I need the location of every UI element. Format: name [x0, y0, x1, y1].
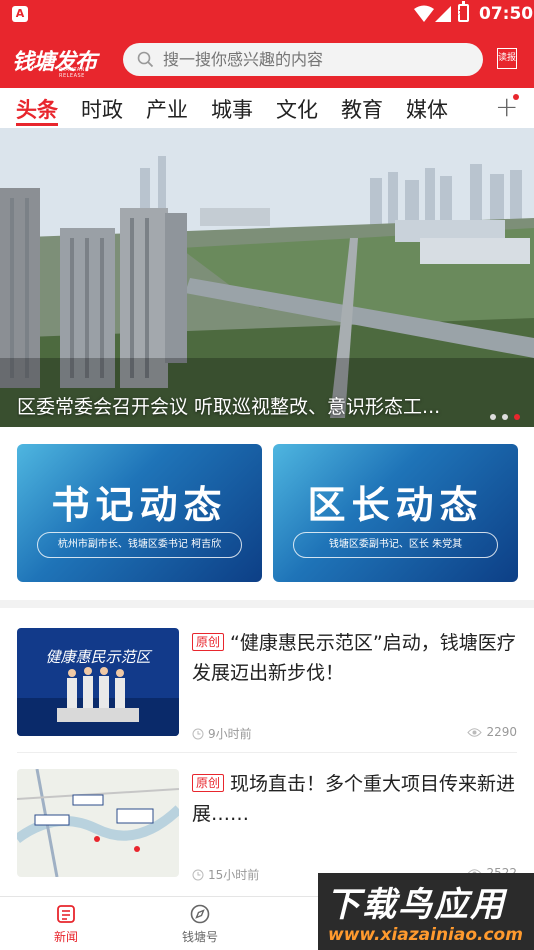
news-time-text: 15小时前 [208, 868, 260, 882]
news-thumbnail: 健康惠民示范区 [17, 628, 179, 736]
eye-icon [467, 728, 483, 737]
news-item[interactable]: 健康惠民示范区 原创“健康惠民示范区”启动，钱塘医疗发展迈出新步伐！ 9小时前 [17, 628, 517, 753]
news-views: 2290 [467, 725, 517, 739]
read-paper-button[interactable]: 读报 [497, 48, 517, 69]
pagination-dot-active [514, 414, 520, 420]
compass-icon [190, 904, 210, 924]
app-root: A 07:50 钱塘发布 QIANTANG RELEASE 读报 头条 时政 产… [0, 0, 534, 950]
news-time: 9小时前 [192, 725, 252, 742]
original-tag: 原创 [192, 774, 225, 792]
news-title[interactable]: 原创 现场直击！多个重大项目传来新进展…… [192, 769, 517, 829]
original-tag: 原创 [192, 633, 225, 651]
news-views-text: 2290 [486, 725, 517, 739]
tab-media[interactable]: 媒体 [406, 94, 448, 124]
status-bar: A 07:50 [0, 0, 534, 28]
clock: 07:50 [479, 4, 534, 24]
list-divider [17, 752, 517, 753]
news-time-text: 9小时前 [208, 727, 252, 741]
card-title: 书记动态 [51, 483, 228, 527]
watermark-url: www.xiazainiao.com [328, 925, 523, 945]
news-thumbnail [17, 769, 179, 877]
active-tab-indicator [16, 123, 58, 126]
pagination-dot [502, 414, 508, 420]
new-badge-dot [513, 94, 519, 100]
tab-industry[interactable]: 产业 [146, 94, 188, 124]
logo-subtext: QIANTANG RELEASE [59, 67, 90, 79]
channel-tabs: 头条 时政 产业 城事 文化 教育 媒体 + [0, 88, 534, 128]
app-logo: 钱塘发布 QIANTANG RELEASE [12, 44, 97, 79]
clock-icon [192, 869, 204, 881]
search-input[interactable] [163, 43, 463, 76]
nav-qiantang-label: 钱塘号 [181, 930, 218, 944]
news-title[interactable]: 原创 “健康惠民示范区”启动，钱塘医疗发展迈出新步伐！ [192, 628, 517, 688]
watermark-title: 下载鸟应用 [326, 885, 506, 925]
newspaper-icon [57, 905, 75, 923]
thumbnail-banner-text: 健康惠民示范区 [45, 648, 152, 666]
nav-news-label: 新闻 [53, 930, 78, 944]
tab-politics[interactable]: 时政 [81, 94, 123, 124]
watermark: 下载鸟应用 www.xiazainiao.com [318, 873, 534, 950]
news-title-text: 现场直击！多个重大项目传来新进展…… [192, 773, 516, 825]
secretary-news-card[interactable]: 书记动态 杭州市副市长、钱塘区委书记 柯吉欣 [17, 444, 262, 582]
battery-icon [457, 1, 469, 22]
search-icon [137, 51, 154, 68]
card-title: 区长动态 [307, 483, 484, 527]
search-bar[interactable] [123, 43, 483, 76]
wifi-icon [414, 5, 434, 22]
headline-banner[interactable] [0, 128, 534, 427]
nav-news[interactable]: 新闻 [36, 903, 96, 945]
section-divider [0, 600, 534, 608]
district-head-news-card[interactable]: 区长动态 钱塘区委副书记、区长 朱党其 [273, 444, 518, 582]
card-subtitle: 杭州市副市长、钱塘区委书记 柯吉欣 [37, 532, 242, 558]
banner-caption[interactable]: 区委常委会召开会议 听取巡视整改、意识形态工... [17, 392, 503, 419]
nav-qiantang-account[interactable]: 钱塘号 [170, 903, 230, 945]
tab-education[interactable]: 教育 [341, 94, 383, 124]
app-notification-icon: A [12, 6, 28, 22]
pagination-dot [490, 414, 496, 420]
news-title-text: “健康惠民示范区”启动，钱塘医疗发展迈出新步伐！ [192, 632, 516, 684]
tab-headlines[interactable]: 头条 [16, 94, 58, 124]
signal-icon [435, 6, 451, 22]
tab-city[interactable]: 城事 [211, 94, 253, 124]
banner-image [0, 128, 534, 427]
card-subtitle: 钱塘区委副书记、区长 朱党其 [293, 532, 498, 558]
clock-icon [192, 728, 204, 740]
news-time: 15小时前 [192, 866, 259, 883]
tab-culture[interactable]: 文化 [276, 94, 318, 124]
